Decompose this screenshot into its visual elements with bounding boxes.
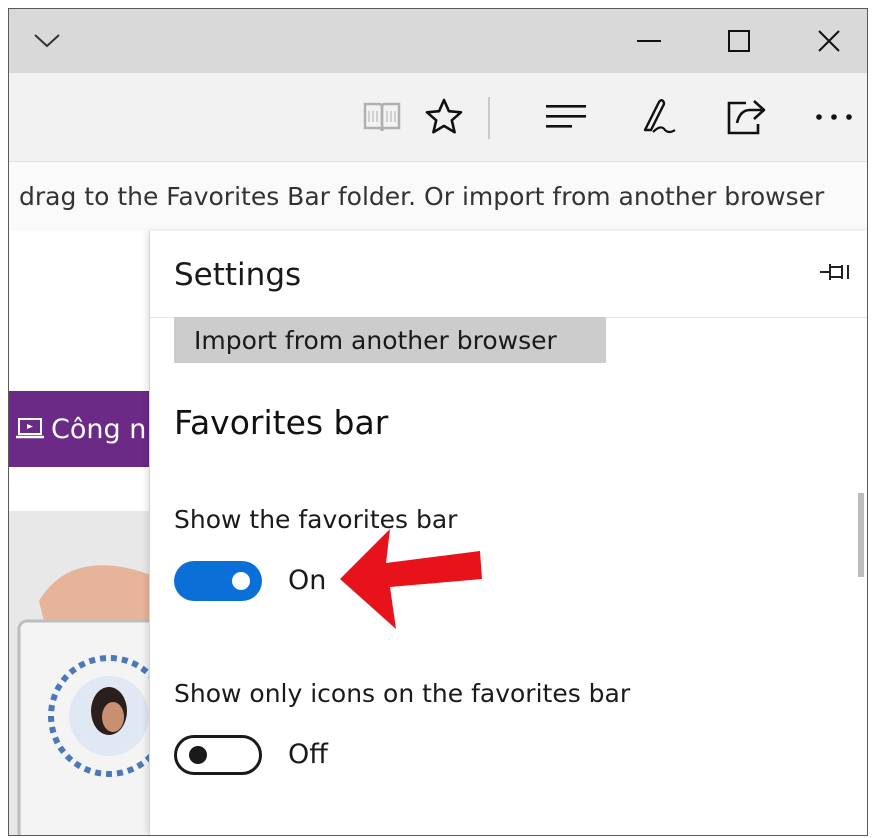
settings-panel: Settings Import from another browser Fav… xyxy=(149,231,867,835)
favorites-bar-heading: Favorites bar xyxy=(174,403,389,442)
toggle-knob xyxy=(232,572,250,590)
settings-header: Settings xyxy=(150,231,867,318)
toolbar-divider xyxy=(488,97,490,139)
hub-icon[interactable] xyxy=(541,73,591,161)
title-bar xyxy=(9,9,867,73)
pin-icon[interactable] xyxy=(818,261,852,287)
maximize-icon[interactable] xyxy=(709,9,769,73)
show-only-icons-state: Off xyxy=(288,739,328,770)
favorites-hint-text: drag to the Favorites Bar folder. Or imp… xyxy=(19,182,825,211)
import-from-browser-button[interactable]: Import from another browser xyxy=(174,317,606,363)
show-only-icons-label: Show only icons on the favorites bar xyxy=(174,679,631,708)
reading-view-icon[interactable] xyxy=(357,73,407,161)
chevron-down-icon[interactable] xyxy=(17,9,77,73)
site-nav-item[interactable]: Công n xyxy=(9,391,169,467)
browser-window: drag to the Favorites Bar folder. Or imp… xyxy=(8,8,868,836)
settings-title: Settings xyxy=(174,257,302,293)
more-icon[interactable] xyxy=(809,73,859,161)
article-thumbnail[interactable] xyxy=(9,511,169,835)
favorite-star-icon[interactable] xyxy=(419,73,469,161)
minimize-icon[interactable] xyxy=(619,9,679,73)
favorites-bar-hint: drag to the Favorites Bar folder. Or imp… xyxy=(9,161,867,233)
annotation-arrow-icon xyxy=(330,521,490,635)
show-favorites-bar-state: On xyxy=(288,565,327,596)
browser-toolbar xyxy=(9,73,867,161)
laptop-icon xyxy=(15,416,45,442)
show-only-icons-toggle[interactable] xyxy=(174,735,262,775)
share-icon[interactable] xyxy=(721,73,771,161)
close-icon[interactable] xyxy=(799,9,859,73)
nav-label: Công n xyxy=(51,413,147,445)
panel-scrollbar[interactable] xyxy=(858,493,864,577)
show-favorites-bar-toggle[interactable] xyxy=(174,561,262,601)
toggle-knob xyxy=(189,746,207,764)
web-note-icon[interactable] xyxy=(633,73,683,161)
